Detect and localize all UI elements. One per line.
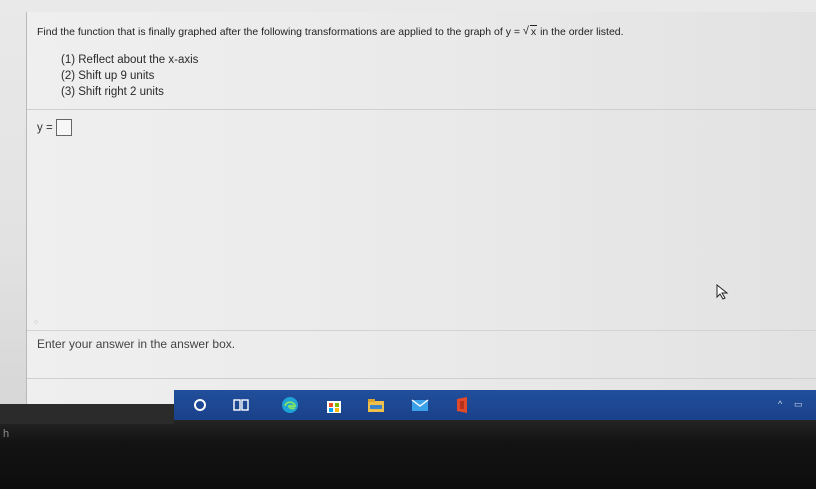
edge-icon[interactable] — [281, 396, 299, 414]
edge-letter: h — [3, 428, 10, 440]
help-dot-icon: ○ — [34, 319, 39, 326]
hint-text: Enter your answer in the answer box. — [37, 337, 236, 351]
step-1: (1) Reflect about the x-axis — [61, 54, 199, 66]
divider — [27, 109, 816, 110]
question-suffix: in the order listed. — [540, 26, 624, 38]
taskbar: ^ ▭ — [174, 390, 816, 420]
divider — [27, 330, 816, 331]
sqrt-expression: √ x — [522, 25, 538, 38]
office-icon[interactable] — [453, 396, 471, 414]
answer-input-box[interactable] — [55, 119, 72, 136]
store-icon[interactable] — [325, 396, 343, 414]
question-panel: Find the function that is finally graphe… — [26, 12, 816, 405]
step-2: (2) Shift up 9 units — [61, 70, 155, 82]
answer-label: y = — [37, 121, 53, 134]
question-text: Find the function that is finally graphe… — [37, 25, 624, 38]
radicand: x — [529, 25, 538, 38]
battery-icon[interactable]: ▭ — [794, 399, 803, 410]
radical-symbol: √ — [522, 25, 529, 37]
step-3: (3) Shift right 2 units — [61, 86, 164, 98]
transformation-steps: (1) Reflect about the x-axis (2) Shift u… — [61, 52, 198, 100]
file-explorer-icon[interactable] — [367, 396, 385, 414]
bezel-strip — [0, 404, 174, 424]
screen: Find the function that is finally graphe… — [0, 0, 816, 412]
question-prefix: Find the function that is finally graphe… — [37, 26, 520, 38]
answer-row: y = — [37, 119, 72, 136]
tray-chevron-icon[interactable]: ^ — [778, 399, 782, 409]
mouse-pointer-icon — [716, 284, 729, 300]
mail-icon[interactable] — [411, 396, 429, 414]
task-view-icon[interactable] — [232, 396, 250, 414]
divider — [27, 378, 816, 379]
cortana-circle-icon[interactable] — [191, 396, 209, 414]
